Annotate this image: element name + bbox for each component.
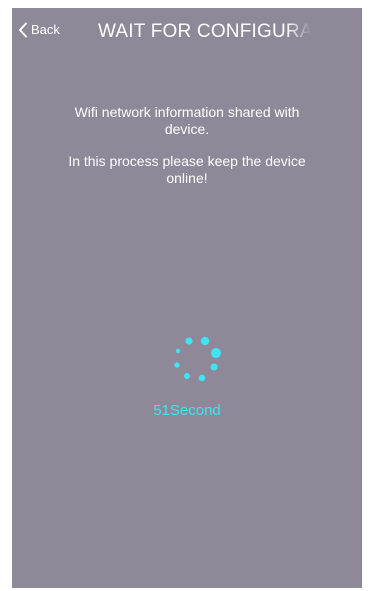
countdown-label: 51Second xyxy=(153,402,221,419)
info-message-shared: Wifi network information shared with dev… xyxy=(74,104,300,137)
spinner-dot xyxy=(210,363,218,371)
back-label: Back xyxy=(31,22,60,37)
spinner-dot xyxy=(198,374,206,382)
spinner-dot xyxy=(184,373,190,379)
spinner-dot xyxy=(175,348,181,354)
spinner-dot xyxy=(185,337,193,345)
chevron-left-icon xyxy=(18,22,28,38)
spinner-dot xyxy=(200,336,210,346)
spinner-dot xyxy=(211,348,221,358)
back-button[interactable]: Back xyxy=(18,22,60,38)
info-message-keep-online: In this process please keep the device o… xyxy=(68,153,306,186)
loading-spinner-icon xyxy=(167,331,227,391)
app-screen: Back WAIT FOR CONFIGURATION Wifi network… xyxy=(12,8,362,588)
page-title: WAIT FOR CONFIGURATION xyxy=(98,21,312,42)
title-bar: Back WAIT FOR CONFIGURATION xyxy=(12,8,362,56)
spinner-dot xyxy=(174,362,180,368)
